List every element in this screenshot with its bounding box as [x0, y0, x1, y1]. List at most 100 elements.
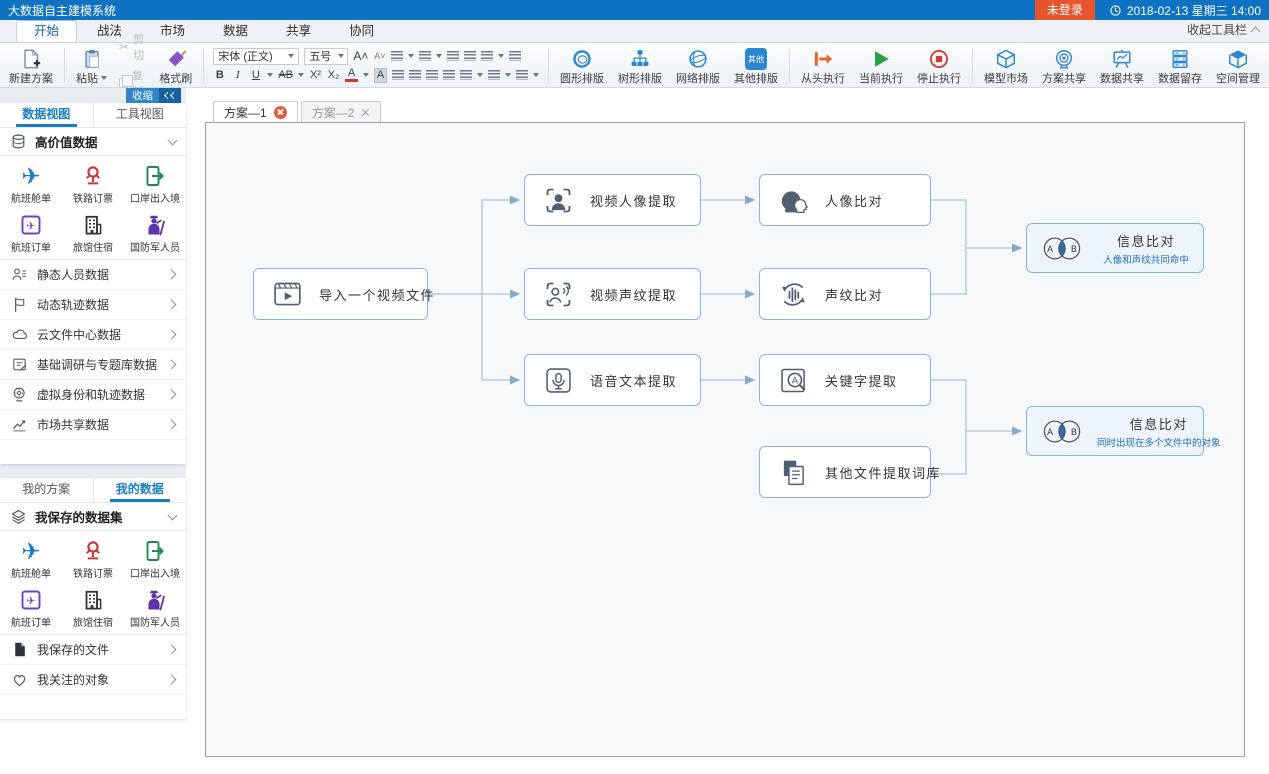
subscript-button[interactable]: X₂	[327, 68, 340, 83]
tab-data-view[interactable]: 数据视图	[0, 103, 93, 127]
run-current-button[interactable]: 当前执行	[852, 45, 910, 85]
chevron-right-icon	[167, 390, 177, 400]
flow-node-voiceprint-compare[interactable]: 声纹比对	[759, 268, 931, 320]
underline-button[interactable]: U	[249, 68, 262, 83]
fill-color-icon[interactable]	[488, 70, 500, 80]
data-share-button[interactable]: 数据共享	[1093, 45, 1151, 85]
dataset-border-entry-exit[interactable]: 口岸出入境	[124, 159, 186, 208]
plan-share-button[interactable]: 方案共享	[1035, 45, 1093, 85]
dataset-railway-ticket[interactable]: 铁路订票	[62, 159, 124, 208]
cut-button[interactable]: ✂ 剪切	[119, 31, 147, 63]
close-tab-icon[interactable]	[361, 108, 370, 117]
other-layout-button[interactable]: 其他 其他排版	[727, 45, 785, 85]
flow-canvas[interactable]: 导入一个视频文件 视频人像提取 视频声纹提取 语音文本提取 人像比对 声纹比对 …	[205, 122, 1245, 757]
ribbon-tab-collaboration[interactable]: 协同	[331, 20, 392, 42]
format-painter-button[interactable]: 格式刷	[152, 45, 199, 85]
flow-node-keyword-extract[interactable]: 关键字提取	[759, 354, 931, 406]
table-grid-icon[interactable]	[509, 51, 521, 61]
paste-button[interactable]: 粘贴	[69, 45, 114, 85]
ribbon-tab-data[interactable]: 数据	[205, 20, 266, 42]
increase-indent-icon[interactable]	[464, 51, 476, 61]
section-high-value-data[interactable]: 高价值数据	[0, 128, 186, 156]
dataset-flight-manifest[interactable]: ✈ 航班舱单	[0, 159, 62, 208]
dataset-hotel-stay[interactable]: 旅馆住宿	[62, 583, 124, 632]
stop-icon	[928, 48, 950, 70]
sidebar-item-dynamic-track-data[interactable]: 动态轨迹数据	[0, 290, 186, 320]
strikethrough-button[interactable]: AB	[278, 68, 293, 83]
flow-node-video-voiceprint-extract[interactable]: 视频声纹提取	[524, 268, 701, 320]
data-retention-button[interactable]: 数据留存	[1151, 45, 1209, 85]
align-right-icon[interactable]	[426, 70, 438, 80]
ribbon-tab-share[interactable]: 共享	[268, 20, 329, 42]
dataset-military-personnel[interactable]: 国防军人员	[124, 583, 186, 632]
font-name-select[interactable]: 宋体 (正文)	[213, 48, 299, 65]
dataset-flight-order[interactable]: 航班订单	[0, 583, 62, 632]
canvas-tab-plan-2[interactable]: 方案—2	[301, 101, 382, 122]
font-size-select[interactable]: 五号	[304, 48, 348, 65]
flow-node-other-file-lexicon[interactable]: 其他文件提取词库	[759, 446, 931, 498]
railway-icon	[81, 539, 105, 563]
cube-filled-icon	[1227, 48, 1249, 70]
tab-my-data[interactable]: 我的数据	[93, 478, 187, 502]
grow-font-button[interactable]: A˄	[353, 49, 368, 64]
flow-node-speech-text-extract[interactable]: 语音文本提取	[524, 354, 701, 406]
model-market-button[interactable]: 模型市场	[977, 45, 1035, 85]
dataset-military-personnel[interactable]: 国防军人员	[124, 208, 186, 257]
dataset-hotel-stay[interactable]: 旅馆住宿	[62, 208, 124, 257]
sidebar-item-market-shared-data[interactable]: 市场共享数据	[0, 410, 186, 440]
italic-button[interactable]: I	[231, 68, 244, 83]
sort-icon[interactable]	[481, 51, 493, 61]
align-left-icon[interactable]	[392, 70, 404, 80]
dataset-flight-order[interactable]: 航班订单	[0, 208, 62, 257]
tree-layout-button[interactable]: 树形排版	[611, 45, 669, 85]
flow-node-video-face-extract[interactable]: 视频人像提取	[524, 174, 701, 226]
shrink-font-button[interactable]: A˅	[373, 49, 386, 64]
login-status-badge[interactable]: 未登录	[1035, 0, 1095, 20]
numbered-list-icon[interactable]	[419, 51, 431, 61]
line-spacing-icon[interactable]	[460, 70, 472, 80]
superscript-button[interactable]: X²	[309, 68, 322, 83]
space-management-button[interactable]: 空间管理	[1209, 45, 1267, 85]
canvas-tab-plan-1[interactable]: 方案—1	[213, 101, 298, 122]
tab-tool-view[interactable]: 工具视图	[93, 103, 187, 127]
sidebar-item-followed-objects[interactable]: 我关注的对象	[0, 665, 186, 695]
new-plan-button[interactable]: 新建方案	[2, 45, 60, 85]
tab-my-plans[interactable]: 我的方案	[0, 478, 93, 502]
dataset-railway-ticket[interactable]: 铁路订票	[62, 534, 124, 583]
stop-button[interactable]: 停止执行	[910, 45, 968, 85]
shading-button[interactable]: A	[374, 68, 387, 83]
sidebar-item-research-library-data[interactable]: 基础调研与专题库数据	[0, 350, 186, 380]
justify-icon[interactable]	[443, 70, 455, 80]
flow-node-face-compare[interactable]: 人像比对	[759, 174, 931, 226]
collapse-toolbar-button[interactable]: 收起工具栏	[1187, 21, 1259, 42]
flow-node-info-compare-2[interactable]: 信息比对 同时出现在多个文件中的对象	[1026, 406, 1204, 456]
flow-node-info-compare-1[interactable]: 信息比对 人像和声纹共同命中	[1026, 223, 1204, 273]
heart-icon	[11, 671, 28, 688]
copy-icon	[119, 78, 128, 88]
scissors-icon: ✂	[119, 40, 129, 54]
font-color-button[interactable]: A	[345, 68, 358, 82]
network-layout-button[interactable]: 网络排版	[669, 45, 727, 85]
flow-node-import-video[interactable]: 导入一个视频文件	[253, 268, 428, 320]
decrease-indent-icon[interactable]	[447, 51, 459, 61]
border-icon[interactable]	[516, 70, 528, 80]
video-file-icon	[271, 278, 304, 311]
circle-layout-button[interactable]: 圆形排版	[553, 45, 611, 85]
close-tab-icon[interactable]	[274, 106, 287, 119]
ribbon-tab-market[interactable]: 市场	[142, 20, 203, 42]
sidebar-item-static-person-data[interactable]: 静态人员数据	[0, 260, 186, 290]
sidebar-item-saved-files[interactable]: 我保存的文件	[0, 635, 186, 665]
sidebar-item-virtual-identity-data[interactable]: 虚拟身份和轨迹数据	[0, 380, 186, 410]
dataset-border-entry-exit[interactable]: 口岸出入境	[124, 534, 186, 583]
section-saved-datasets[interactable]: 我保存的数据集	[0, 503, 186, 531]
dataset-flight-manifest[interactable]: ✈ 航班舱单	[0, 534, 62, 583]
canvas-tab-bar: 方案—1 方案—2	[205, 101, 384, 122]
ribbon-tab-start[interactable]: 开始	[16, 20, 77, 42]
sidebar-collapse-button[interactable]: 收缩	[126, 88, 181, 103]
bold-button[interactable]: B	[213, 68, 226, 83]
align-center-icon[interactable]	[409, 70, 421, 80]
run-from-start-button[interactable]: 从头执行	[794, 45, 852, 85]
sidebar-item-cloud-file-data[interactable]: 云文件中心数据	[0, 320, 186, 350]
target-icon	[1053, 48, 1075, 70]
bullet-list-icon[interactable]	[391, 51, 403, 61]
